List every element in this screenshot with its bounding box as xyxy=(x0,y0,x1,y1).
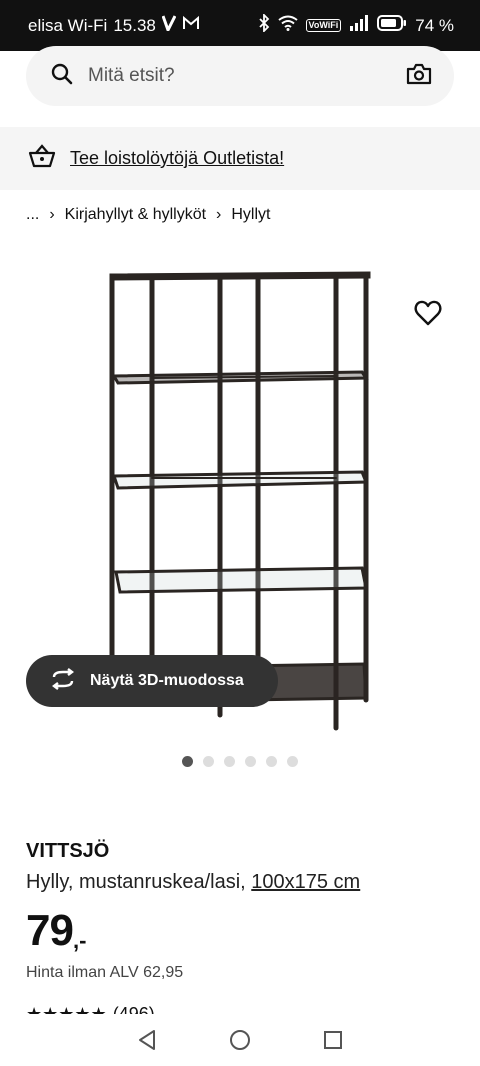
carrier-label: elisa Wi-Fi xyxy=(28,15,108,35)
recents-icon[interactable] xyxy=(323,1030,343,1050)
price-value: 79 xyxy=(26,906,74,955)
breadcrumb: ... › Kirjahyllyt & hyllyköt › Hyllyt xyxy=(26,206,270,224)
favorite-button[interactable] xyxy=(414,300,442,326)
outlet-promo-banner[interactable]: Tee loistolöytöjä Outletista! xyxy=(0,127,480,190)
mail-icon xyxy=(182,15,200,36)
status-bar: elisa Wi-Fi 15.38 VoWiFi 74 % xyxy=(0,0,480,51)
system-nav-bar xyxy=(0,1014,480,1066)
carousel-dot[interactable] xyxy=(266,756,277,767)
breadcrumb-item-shelves[interactable]: Hyllyt xyxy=(231,206,270,224)
v-icon xyxy=(161,15,177,36)
heart-icon[interactable] xyxy=(414,300,442,330)
search-input[interactable]: Mitä etsit? xyxy=(88,65,406,87)
search-icon[interactable] xyxy=(50,62,74,91)
rotate-3d-icon xyxy=(50,667,76,695)
view-3d-label: Näytä 3D-muodossa xyxy=(90,672,244,689)
carousel-dot[interactable] xyxy=(203,756,214,767)
chevron-right-icon: › xyxy=(49,206,55,223)
carousel-dot[interactable] xyxy=(224,756,235,767)
chevron-right-icon: › xyxy=(216,206,222,223)
breadcrumb-ellipsis[interactable]: ... xyxy=(26,206,39,224)
vowifi-badge: VoWiFi xyxy=(305,19,342,32)
camera-icon[interactable] xyxy=(406,63,432,90)
home-icon[interactable] xyxy=(229,1029,251,1051)
image-carousel-dots xyxy=(182,756,298,767)
bluetooth-icon xyxy=(258,12,270,37)
basket-icon xyxy=(28,144,56,173)
product-description-text: Hylly, mustanruskea/lasi, xyxy=(26,871,252,893)
view-3d-button[interactable]: Näytä 3D-muodossa xyxy=(26,655,278,707)
breadcrumb-item-bookcases[interactable]: Kirjahyllyt & hyllyköt xyxy=(65,206,206,224)
carousel-dot[interactable] xyxy=(245,756,256,767)
signal-icon xyxy=(349,15,369,36)
product-size-link[interactable]: 100x175 cm xyxy=(251,871,360,893)
outlet-promo-link[interactable]: Tee loistolöytöjä Outletista! xyxy=(70,148,284,169)
product-description: Hylly, mustanruskea/lasi, 100x175 cm xyxy=(26,871,360,894)
time-label: 15.38 xyxy=(113,15,156,35)
status-right: VoWiFi 74 % xyxy=(258,12,454,37)
carousel-dot[interactable] xyxy=(287,756,298,767)
product-name: VITTSJÖ xyxy=(26,840,110,862)
product-price: 79 ,- xyxy=(26,906,86,956)
battery-label: 74 % xyxy=(415,15,454,35)
battery-icon xyxy=(377,15,407,36)
carousel-dot[interactable] xyxy=(182,756,193,767)
wifi-icon xyxy=(277,15,298,36)
search-bar[interactable]: Mitä etsit? xyxy=(26,46,454,106)
price-excl-vat: Hinta ilman ALV 62,95 xyxy=(26,964,184,981)
status-left: elisa Wi-Fi 15.38 xyxy=(28,15,200,36)
price-suffix: ,- xyxy=(72,928,87,953)
back-icon[interactable] xyxy=(137,1029,157,1051)
